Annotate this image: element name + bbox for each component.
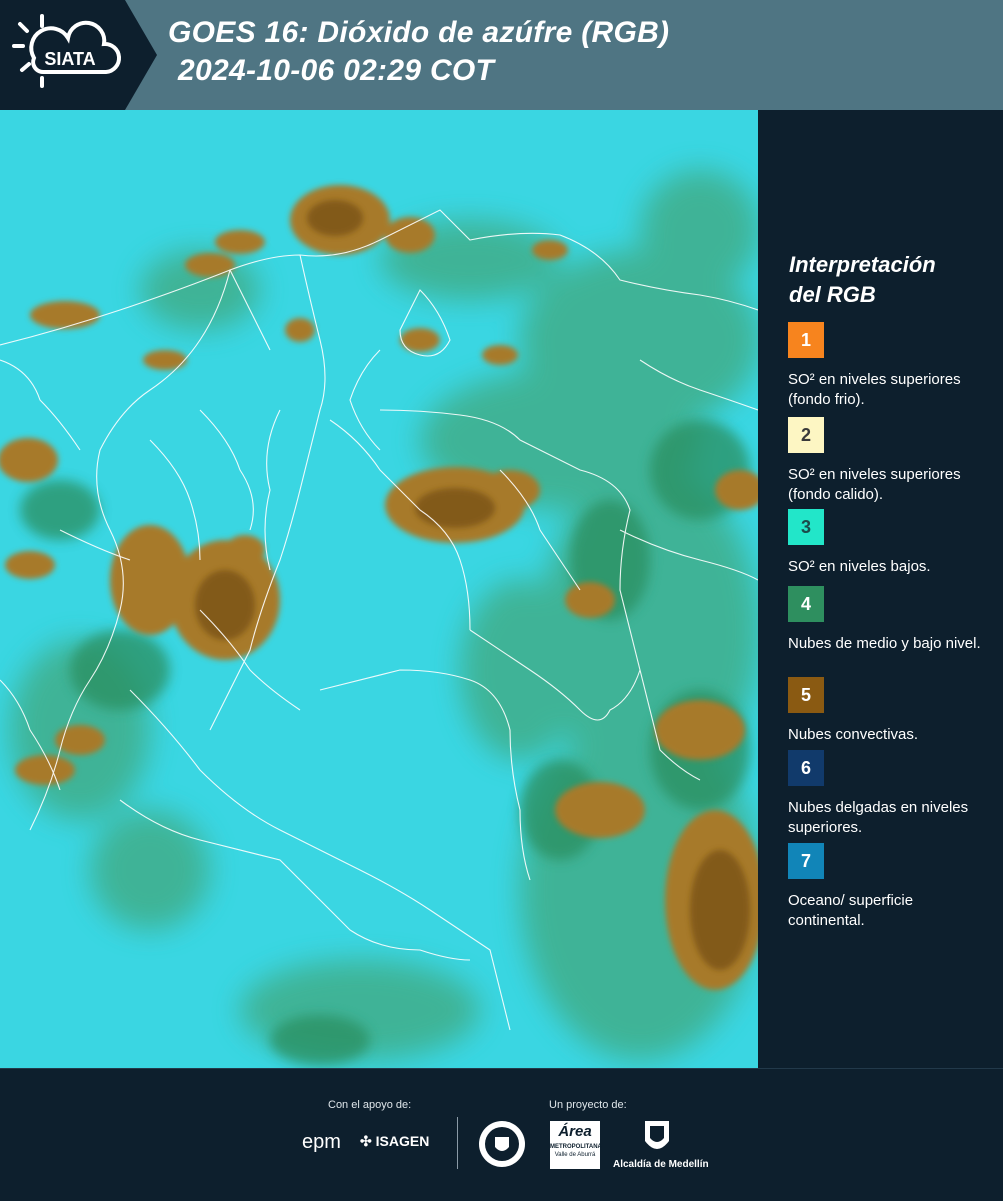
alcaldia-text: Alcaldía de Medellín: [613, 1159, 709, 1170]
legend-swatch-7: 7: [788, 843, 824, 879]
legend-text-3: SO² en niveles bajos.: [788, 558, 931, 575]
legend-item-3: 3 SO² en niveles bajos.: [788, 509, 988, 577]
area-text: Área: [558, 1123, 592, 1140]
title-line-1: GOES 16: Dióxido de azúfre (RGB): [168, 16, 670, 49]
legend-item-6: 6 Nubes delgadas en niveles superiores.: [788, 750, 988, 838]
alcaldia-shield-icon: [645, 1121, 669, 1149]
map-image: [0, 110, 758, 1068]
legend-item-4: 4 Nubes de medio y bajo nivel.: [788, 586, 988, 654]
epm-logo: epm: [302, 1131, 341, 1154]
legend-panel: Interpretación del RGB 1 SO² en niveles …: [758, 110, 1003, 1068]
legend-swatch-1: 1: [788, 322, 824, 358]
isagen-mark-icon: ✣: [360, 1133, 372, 1149]
footer-divider: [457, 1117, 458, 1169]
legend-swatch-3: 3: [788, 509, 824, 545]
legend-number-5: 5: [800, 684, 811, 705]
logo-block: SIATA: [0, 0, 125, 110]
legend-text-7: Oceano/ superficie continental.: [788, 892, 914, 929]
legend-swatch-5: 5: [788, 677, 824, 713]
legend-number-2: 2: [800, 424, 811, 445]
legend-swatch-4: 4: [788, 586, 824, 622]
legend-number-6: 6: [800, 757, 811, 778]
legend-title-line-2: del RGB: [789, 282, 876, 307]
satellite-map: [0, 110, 758, 1068]
legend-item-7: 7 Oceano/ superficie continental.: [788, 843, 988, 931]
area-subtext: METROPOLITANA: [550, 1144, 602, 1150]
legend-swatch-6: 6: [788, 750, 824, 786]
siata-logo-icon: SIATA: [12, 14, 122, 88]
legend-item-1: 1 SO² en niveles superiores (fondo frio)…: [788, 322, 988, 410]
legend-text-5: Nubes convectivas.: [788, 726, 919, 743]
legend-item-5: 5 Nubes convectivas.: [788, 677, 988, 745]
area-subtext-2: Valle de Aburrá: [554, 1152, 596, 1158]
epm-text: epm: [302, 1131, 341, 1153]
legend-text-4: Nubes de medio y bajo nivel.: [788, 635, 981, 652]
logo-text: SIATA: [44, 49, 95, 69]
header-bar: SIATA GOES 16: Dióxido de azúfre (RGB) 2…: [0, 0, 1003, 110]
legend-title: Interpretación del RGB: [789, 250, 936, 310]
area-metropolitana-logo: Área METROPOLITANA Valle de Aburrá: [550, 1121, 602, 1169]
legend-swatch-2: 2: [788, 417, 824, 453]
project-label: Un proyecto de:: [549, 1099, 627, 1111]
legend-text-1: SO² en niveles superiores (fondo frio).: [788, 371, 961, 408]
logo-arrow: [125, 0, 157, 110]
title-line-2: 2024-10-06 02:29 COT: [178, 54, 495, 87]
legend-number-1: 1: [800, 329, 811, 350]
legend-title-line-1: Interpretación: [789, 252, 936, 277]
legend-number-4: 4: [800, 593, 811, 614]
footer: Con el apoyo de: Un proyecto de: epm ✣ I…: [0, 1068, 1003, 1201]
page-title: GOES 16: Dióxido de azúfre (RGB) 2024-10…: [168, 14, 669, 90]
medellin-seal-icon: [479, 1121, 525, 1167]
legend-number-3: 3: [800, 516, 811, 537]
isagen-text: ISAGEN: [375, 1133, 430, 1149]
legend-text-6: Nubes delgadas en niveles superiores.: [788, 799, 969, 836]
legend-item-2: 2 SO² en niveles superiores (fondo calid…: [788, 417, 988, 505]
legend-text-2: SO² en niveles superiores (fondo calido)…: [788, 466, 961, 503]
legend-number-7: 7: [800, 850, 811, 871]
support-label: Con el apoyo de:: [328, 1099, 412, 1111]
isagen-logo: ✣ ISAGEN: [360, 1133, 429, 1150]
